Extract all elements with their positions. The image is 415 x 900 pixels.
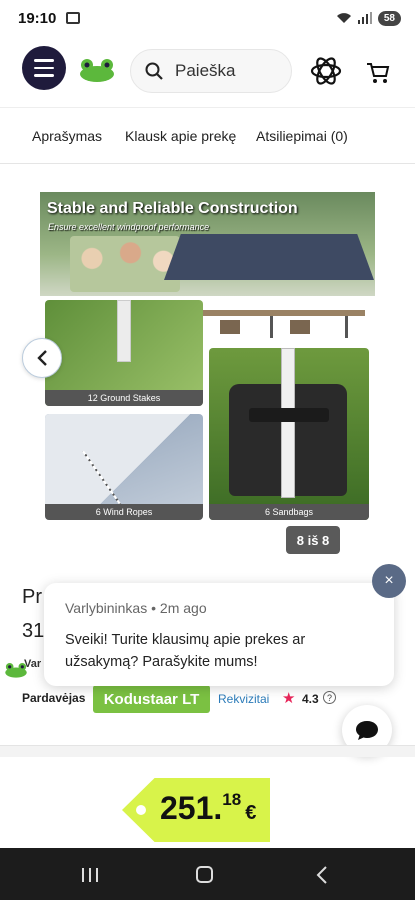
seller-row: Pardavėjas Kodustaar LT Rekvizitai ★ 4.3… (22, 685, 402, 713)
seller-name-button[interactable]: Kodustaar LT (93, 685, 210, 713)
search-placeholder: Paieška (175, 61, 236, 80)
product-title-line2: 31 (22, 620, 45, 642)
menu-line (34, 59, 54, 62)
price-tag: 251.18€ (122, 778, 270, 842)
tag-hole (136, 805, 146, 815)
tent-canopy (164, 234, 374, 280)
people-photo (70, 236, 180, 292)
tile-wind-ropes: 6 Wind Ropes (45, 414, 203, 520)
tab-description[interactable]: Aprašymas (32, 128, 102, 144)
price-integer: 251. (160, 790, 223, 826)
tent-pole (281, 348, 295, 498)
menu-line (34, 74, 54, 77)
search-icon (145, 62, 163, 80)
search-input[interactable]: Paieška (130, 49, 292, 93)
section-divider (0, 745, 415, 757)
seller-details-link[interactable]: Rekvizitai (218, 692, 269, 706)
product-tabs: Aprašymas Klausk apie prekę Atsiliepimai… (0, 108, 415, 164)
site-header: Paieška (0, 36, 415, 108)
help-icon[interactable]: ? (323, 691, 336, 704)
product-image[interactable]: Stable and Reliable Construction Ensure … (40, 192, 375, 523)
frog-logo-icon[interactable] (78, 58, 116, 82)
tab-reviews[interactable]: Atsiliepimai (0) (256, 128, 348, 144)
tile-ground-stakes: 12 Ground Stakes (45, 300, 203, 406)
chat-meta: Varlybininkas • 2m ago (65, 600, 207, 616)
tile-label: 6 Sandbags (209, 504, 369, 520)
image-counter: 8 iš 8 (286, 526, 340, 554)
system-nav-bar (0, 848, 415, 900)
chevron-left-icon (37, 350, 47, 366)
screenshot-icon (66, 12, 81, 24)
hero-photo: Stable and Reliable Construction Ensure … (40, 192, 375, 296)
hero-title: Stable and Reliable Construction (47, 200, 298, 217)
tables-photo (185, 310, 365, 338)
chat-close-button[interactable]: × (372, 564, 406, 598)
home-icon[interactable] (196, 866, 213, 883)
back-icon[interactable] (316, 866, 328, 884)
status-icons: 58 (336, 10, 401, 26)
hero-subtitle: Ensure excellent windproof performance (48, 222, 210, 232)
chat-message: Sveiki! Turite klausimų apie prekes ar u… (65, 632, 306, 670)
star-icon: ★ (282, 690, 296, 707)
tile-sandbags: 6 Sandbags (209, 348, 369, 520)
seller-rating: 4.3 (302, 692, 319, 706)
price: 251.18€ (160, 790, 256, 827)
status-bar: 19:10 58 (0, 0, 415, 36)
price-currency: € (245, 802, 257, 824)
menu-line (34, 66, 54, 70)
recent-apps-icon[interactable] (81, 867, 99, 883)
signal-icon (357, 12, 372, 24)
seller-label: Pardavėjas (22, 691, 86, 705)
chat-popup[interactable]: Varlybininkas • 2m ago Sveiki! Turite kl… (44, 583, 394, 686)
price-decimals: 18 (222, 790, 242, 809)
status-time: 19:10 (18, 9, 57, 27)
ai-assistant-icon[interactable] (308, 53, 344, 89)
cart-icon[interactable] (366, 62, 390, 84)
chat-bubble-icon (356, 721, 378, 740)
battery-indicator: 58 (377, 10, 401, 26)
tile-label: 12 Ground Stakes (45, 390, 203, 406)
gallery-prev-button[interactable] (22, 338, 62, 378)
wifi-icon (336, 13, 351, 23)
tent-pole (117, 300, 131, 362)
tile-label: 6 Wind Ropes (45, 504, 203, 520)
sandbag-strap (249, 408, 329, 422)
product-title: Pr (22, 586, 42, 608)
seller-name-fragment: Var (24, 658, 42, 670)
tab-ask-question[interactable]: Klausk apie prekę (125, 128, 236, 144)
menu-button[interactable] (22, 46, 66, 90)
